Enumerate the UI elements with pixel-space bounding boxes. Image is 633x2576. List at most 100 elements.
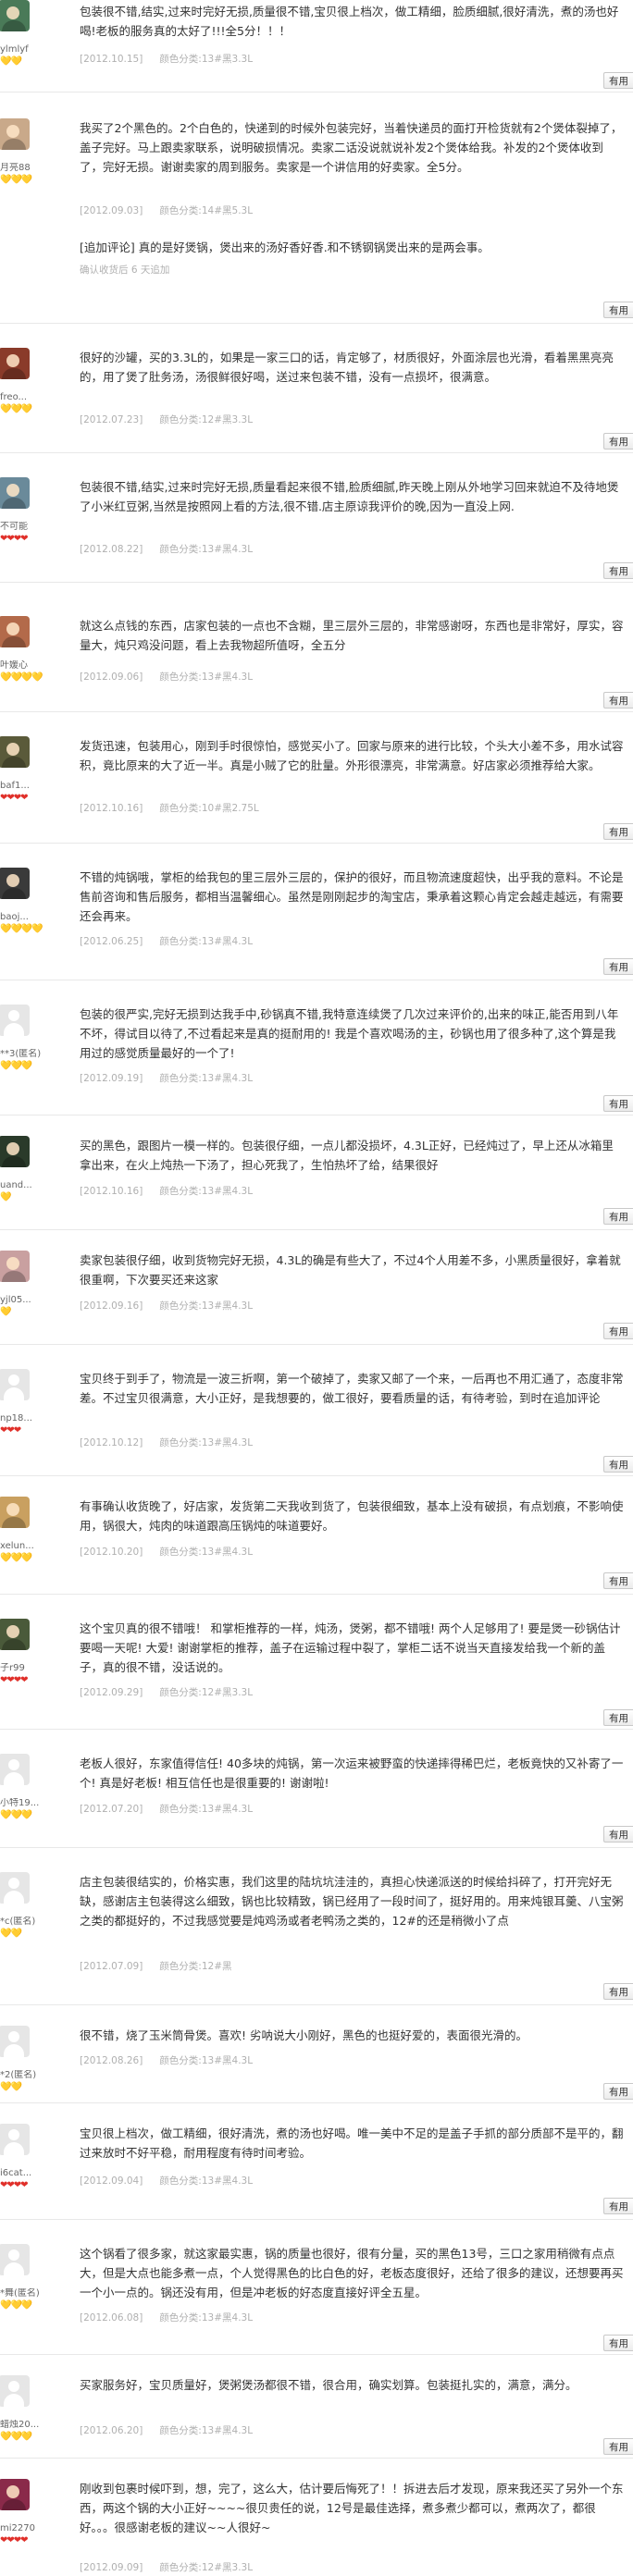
review-content: 刚收到包裹时候吓到，想，完了，这么大，估计要后悔死了！！拆进去后才发现，原来我还…: [80, 2482, 624, 2534]
useful-button[interactable]: 有用: [603, 1208, 633, 1225]
review-attr: 颜色分类:13#黑4.3L: [159, 1073, 254, 1084]
avatar[interactable]: [0, 1005, 30, 1036]
review-attr: 颜色分类:13#黑4.3L: [159, 672, 254, 683]
reviewer-nickname[interactable]: i6cat...: [0, 2168, 41, 2179]
avatar[interactable]: [0, 348, 30, 379]
reviewer-nickname[interactable]: uand...: [0, 1180, 41, 1191]
review-attr: 颜色分类:13#黑4.3L: [159, 936, 254, 947]
avatar[interactable]: [0, 118, 30, 150]
followup-review: [追加评论] 真的是好煲锅，煲出来的汤好香好香.和不锈钢锅煲出来的是两会事。 确…: [80, 239, 624, 277]
reviewer-nickname[interactable]: *舞(匿名): [0, 2288, 41, 2299]
review-meta: [2012.09.16] 颜色分类:13#黑4.3L: [80, 1299, 253, 1313]
avatar[interactable]: [0, 1369, 30, 1400]
reviewer-nickname[interactable]: *c(匿名): [0, 1917, 41, 1928]
avatar[interactable]: [0, 0, 30, 31]
reviewer-nickname[interactable]: mi2270: [0, 2523, 41, 2534]
reviewer-rank-icon: ❤❤❤❤: [0, 2180, 28, 2190]
useful-button[interactable]: 有用: [603, 2083, 633, 2100]
reviewer-nickname[interactable]: 小特19...: [0, 1798, 41, 1809]
review-item: xelun... 💛💛💛 有事确认收货晚了，好店家，发货第二天我收到货了，包装很…: [0, 1476, 633, 1595]
review-meta: [2012.07.09] 颜色分类:12#黑: [80, 1959, 232, 1973]
avatar[interactable]: [0, 1497, 30, 1528]
useful-button[interactable]: 有用: [603, 958, 633, 975]
review-attr: 颜色分类:13#黑4.3L: [159, 1804, 254, 1815]
avatar[interactable]: [0, 868, 30, 899]
reviewer-nickname[interactable]: 不可能: [0, 522, 41, 533]
useful-button[interactable]: 有用: [603, 692, 633, 709]
review-content: 包装很不错,结实,过来时完好无损,质量很不错,宝贝很上档次，做工精细，脸质细腻,…: [80, 5, 619, 38]
useful-button[interactable]: 有用: [603, 1095, 633, 1112]
useful-button[interactable]: 有用: [603, 1323, 633, 1339]
avatar[interactable]: [0, 616, 30, 647]
useful-button[interactable]: 有用: [603, 2198, 633, 2214]
reviewer-rank-icon: 💛💛: [0, 56, 22, 67]
avatar[interactable]: [0, 2479, 30, 2510]
useful-button[interactable]: 有用: [603, 433, 633, 450]
useful-button[interactable]: 有用: [603, 562, 633, 579]
reviewer-nickname[interactable]: yjl05...: [0, 1295, 41, 1306]
avatar[interactable]: [0, 2244, 30, 2275]
review-meta: [2012.10.16] 颜色分类:10#黑2.75L: [80, 801, 259, 815]
review-meta: [2012.09.09] 颜色分类:12#黑3.3L: [80, 2560, 253, 2574]
useful-button[interactable]: 有用: [603, 1826, 633, 1843]
avatar[interactable]: [0, 1619, 30, 1650]
review-attr: 颜色分类:13#黑3.3L: [159, 54, 254, 65]
useful-button[interactable]: 有用: [603, 2335, 633, 2351]
review-content: 就这么点钱的东西，店家包装的一点也不含糊，里三层外三层的，非常感谢呀，东西也是非…: [80, 619, 624, 652]
review-attr: 颜色分类:12#黑3.3L: [159, 1687, 254, 1698]
review-content: 这个锅看了很多家，就这家最实惠，锅的质量也很好，很有分量，买的黑色13号，三口之…: [80, 2247, 624, 2299]
avatar[interactable]: [0, 1872, 30, 1904]
useful-button[interactable]: 有用: [603, 1572, 633, 1589]
reviewer-rank-icon: 💛💛💛💛: [0, 672, 43, 683]
reviewer-nickname[interactable]: *2(匿名): [0, 2070, 41, 2081]
avatar[interactable]: [0, 2375, 30, 2407]
reviewer-nickname[interactable]: baoj...: [0, 912, 41, 923]
reviewer-rank-icon: 💛: [0, 1192, 11, 1202]
avatar[interactable]: [0, 1136, 30, 1167]
review-attr: 颜色分类:13#黑4.3L: [159, 1437, 254, 1448]
review-attr: 颜色分类:13#黑4.3L: [159, 2425, 254, 2436]
review-meta: [2012.10.15] 颜色分类:13#黑3.3L: [80, 52, 253, 66]
review-item: freo... 💛💛💛 很好的沙罐，买的3.3L的，如果是一家三口的话，肯定够了…: [0, 324, 633, 453]
reviewer-nickname[interactable]: ylmlyf: [0, 44, 41, 55]
useful-button[interactable]: 有用: [603, 302, 633, 318]
reviewer-nickname[interactable]: **3(匿名): [0, 1049, 41, 1060]
useful-button[interactable]: 有用: [603, 823, 633, 840]
avatar[interactable]: [0, 1754, 30, 1785]
review-date: [2012.07.23]: [80, 414, 143, 425]
avatar[interactable]: [0, 2124, 30, 2155]
reviewer-rank-icon: ❤❤❤: [0, 1425, 21, 1436]
reviewer-rank-icon: 💛💛💛: [0, 175, 32, 185]
followup-tag: [追加评论]: [80, 240, 135, 254]
reviewer-nickname[interactable]: freo...: [0, 392, 41, 403]
review-attr: 颜色分类:10#黑2.75L: [159, 803, 259, 814]
avatar[interactable]: [0, 1251, 30, 1282]
reviewer-nickname[interactable]: baf1...: [0, 781, 41, 792]
reviewer-nickname[interactable]: 子r99: [0, 1663, 41, 1674]
review-date: [2012.09.16]: [80, 1300, 143, 1312]
review-content: 发货迅速，包装用心，刚到手时很惊怕，感觉买小了。回家与原来的进行比较，个头大小差…: [80, 739, 624, 772]
avatar[interactable]: [0, 2026, 30, 2057]
review-date: [2012.06.20]: [80, 2425, 143, 2436]
avatar[interactable]: [0, 736, 30, 768]
useful-button[interactable]: 有用: [603, 2438, 633, 2455]
review-content: 很不错，烧了玉米筒骨煲。喜欢! 劣呐说大小刚好，黑色的也挺好爱的，表面很光滑的。: [80, 2028, 528, 2042]
review-content: 卖家包装很仔细，收到货物完好无损，4.3L的确是有些大了，不过4个人用差不多，小…: [80, 1253, 621, 1287]
avatar[interactable]: [0, 477, 30, 509]
reviewer-nickname[interactable]: xelun...: [0, 1541, 41, 1552]
review-item: 小特19... 💛💛💛 老板人很好，东家值得信任! 40多块的炖锅，第一次运来被…: [0, 1730, 633, 1848]
reviewer-rank-icon: 💛💛💛: [0, 1061, 32, 1071]
useful-button[interactable]: 有用: [603, 1709, 633, 1726]
review-item: *c(匿名) 💛💛 店主包装很结实的，价格实惠，我们这里的陆坑坑洼洼的，真担心快…: [0, 1848, 633, 2005]
reviewer-nickname[interactable]: np18...: [0, 1413, 41, 1424]
review-item: baoj... 💛💛💛💛 不错的炖锅哦，掌柜的给我包的里三层外三层的，保护的很好…: [0, 844, 633, 980]
reviewer-nickname[interactable]: 月亮88: [0, 163, 41, 174]
review-attr: 颜色分类:12#黑3.3L: [159, 414, 254, 425]
reviewer-rank-icon: 💛💛: [0, 2082, 22, 2092]
useful-button[interactable]: 有用: [603, 72, 633, 89]
reviewer-nickname[interactable]: 叶媛心: [0, 660, 41, 672]
useful-button[interactable]: 有用: [603, 1456, 633, 1473]
useful-button[interactable]: 有用: [603, 1983, 633, 2000]
review-date: [2012.09.29]: [80, 1687, 143, 1698]
reviewer-nickname[interactable]: 蜡烛20...: [0, 2420, 41, 2431]
